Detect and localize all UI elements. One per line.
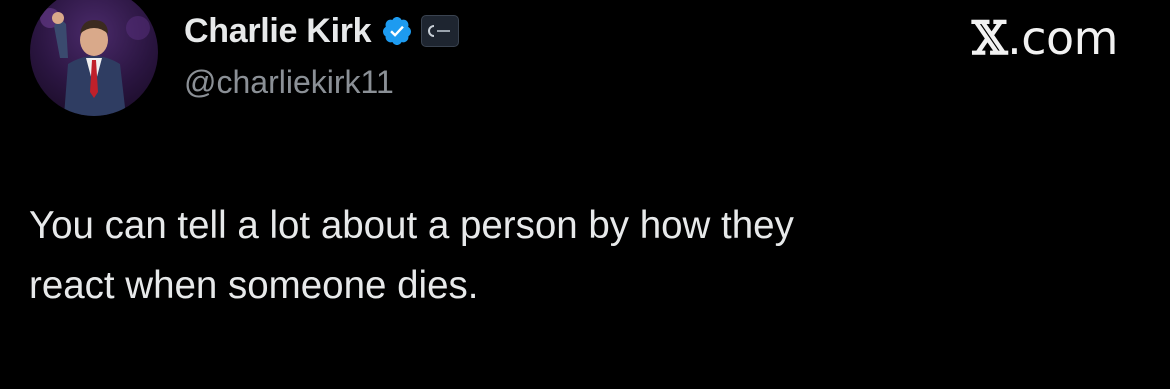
- profile-avatar[interactable]: [30, 0, 158, 116]
- tweet-card: Charlie Kirk @charliekirk11 𝕏.com You ca…: [0, 0, 1170, 389]
- verified-badge-icon[interactable]: [381, 15, 413, 47]
- author-name-row: Charlie Kirk: [184, 9, 460, 53]
- site-domain: .com: [1007, 11, 1118, 65]
- author-handle[interactable]: @charliekirk11: [184, 64, 394, 101]
- affiliate-badge-icon[interactable]: [421, 15, 460, 47]
- avatar-photo-icon: [40, 8, 150, 116]
- display-name[interactable]: Charlie Kirk: [184, 12, 372, 51]
- tweet-text: You can tell a lot about a person by how…: [29, 204, 794, 307]
- x-logo-icon: 𝕏: [971, 11, 1008, 65]
- x-dot-com-label: 𝕏.com: [971, 11, 1119, 65]
